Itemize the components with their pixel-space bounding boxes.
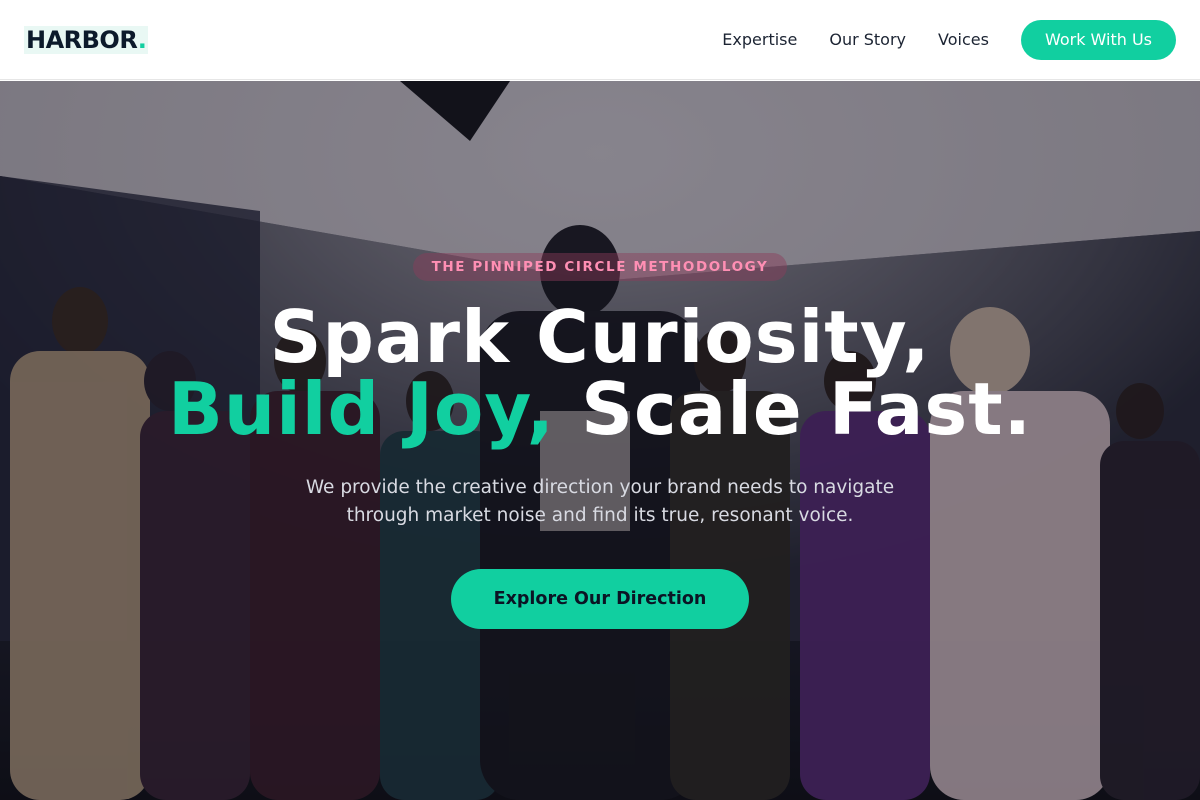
nav-link-voices[interactable]: Voices bbox=[938, 30, 989, 49]
main-nav: Expertise Our Story Voices Work With Us bbox=[722, 19, 1176, 60]
methodology-badge: THE PINNIPED CIRCLE METHODOLOGY bbox=[413, 253, 787, 281]
headline-line-1: Spark Curiosity, bbox=[269, 295, 931, 379]
hero-headline: Spark Curiosity, Build Joy, Scale Fast. bbox=[0, 301, 1200, 445]
brand-dot: . bbox=[137, 25, 147, 54]
work-with-us-button[interactable]: Work With Us bbox=[1020, 19, 1176, 60]
headline-accent: Build Joy, bbox=[167, 367, 556, 451]
nav-link-expertise[interactable]: Expertise bbox=[722, 30, 797, 49]
hero-subtitle: We provide the creative direction your b… bbox=[305, 477, 895, 526]
nav-link-our-story[interactable]: Our Story bbox=[829, 30, 906, 49]
hero-section: THE PINNIPED CIRCLE METHODOLOGY Spark Cu… bbox=[0, 81, 1200, 800]
explore-direction-button[interactable]: Explore Our Direction bbox=[451, 569, 749, 629]
brand-name: HARBOR bbox=[26, 25, 138, 54]
brand-logo[interactable]: HARBOR. bbox=[24, 25, 149, 54]
headline-line-2: Build Joy, Scale Fast. bbox=[0, 373, 1200, 445]
hero-content: THE PINNIPED CIRCLE METHODOLOGY Spark Cu… bbox=[0, 81, 1200, 800]
headline-line-2-rest: Scale Fast. bbox=[555, 367, 1032, 451]
top-navbar: HARBOR. Expertise Our Story Voices Work … bbox=[0, 0, 1200, 80]
